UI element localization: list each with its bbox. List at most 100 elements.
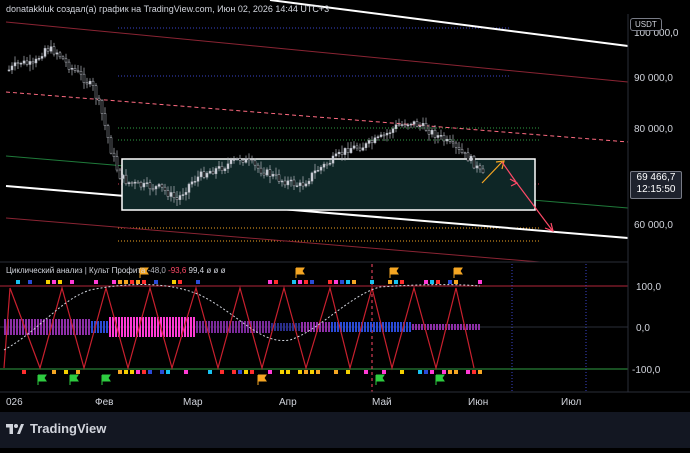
histogram-bar [112,317,114,337]
indicator-legend[interactable]: Циклический анализ | Культ Профита -48,0… [6,266,225,275]
candle-body [451,141,455,144]
histogram-bar [469,324,471,330]
signal-marker [94,280,98,284]
candle-body [136,181,140,184]
candle-body [391,128,395,133]
indicator-top-strip [16,280,482,284]
histogram-bar [376,322,378,332]
candle-body [118,169,122,179]
tradingview-logo[interactable]: TradingView [6,421,106,436]
candle-body [76,70,80,72]
indicator-value: ø [213,266,219,275]
candle-body [196,176,200,182]
histogram-bar [349,322,351,332]
candle-body [220,166,224,172]
signal-marker [436,280,440,284]
candle-body [70,68,74,70]
candle-body [400,124,404,126]
signal-marker [448,370,452,374]
histogram-bar [34,319,36,335]
histogram-bar [244,321,246,333]
candle-body [472,155,476,169]
channel-line-red[interactable] [5,21,629,83]
candle-body [340,151,344,155]
price-pane[interactable] [5,0,629,263]
histogram-bar [388,322,390,332]
chart-caption: donatakkluk создал(а) график на TradingV… [6,4,330,14]
candle-body [181,194,185,196]
histogram-bar [223,321,225,333]
signal-marker [424,370,428,374]
histogram-bar [172,317,174,337]
histogram-bar [454,324,456,330]
candle-body [376,136,380,138]
histogram-bar [193,317,195,337]
histogram-bar [166,317,168,337]
candle-body [169,192,173,197]
histogram-bar [154,317,156,337]
histogram-bar [277,323,279,331]
signal-marker [442,370,446,374]
candle-body [292,179,296,187]
last-price-value: 69 466,7 [636,172,676,183]
histogram-bar [448,324,450,330]
candle-body [394,124,398,129]
candle-body [388,132,392,134]
histogram-bar [289,323,291,331]
signal-marker [280,370,284,374]
signal-marker [58,280,62,284]
candle-body [133,181,137,184]
histogram-bar [106,321,108,333]
candle-body [316,170,320,172]
indicator-pane[interactable] [0,264,628,392]
indicator-value: 99,4 [188,266,205,275]
histogram-bar [151,317,153,337]
histogram-bar [79,319,81,335]
histogram-bar [478,324,480,330]
candle-body [172,192,176,198]
candle-body [160,184,164,188]
candle-body [343,148,347,155]
currency-badge[interactable]: USDT [630,18,662,31]
histogram-bar [16,319,18,335]
candle-body [445,138,449,142]
signal-marker [52,370,56,374]
signal-marker [136,280,140,284]
signal-marker [136,370,140,374]
indicator-bottom-strip [22,370,482,374]
signal-marker [232,370,236,374]
signal-marker [118,280,122,284]
candle-body [79,71,83,75]
histogram-bar [40,319,42,335]
histogram-bar [439,324,441,330]
signal-marker [364,370,368,374]
chart-canvas[interactable]: 100 000,0 90 000,0 80 000,0 60 000,0 100… [0,0,690,448]
signal-marker [400,280,404,284]
candle-body [31,61,35,64]
candle-body [313,170,317,174]
candle-body [412,121,416,125]
candle-body [46,48,50,52]
histogram-bar [103,321,105,333]
candle-body [10,65,14,71]
histogram-bar [430,324,432,330]
signal-marker [16,280,20,284]
price-label: 80 000,0 [634,124,673,135]
chart-area[interactable]: 100 000,0 90 000,0 80 000,0 60 000,0 100… [0,0,690,448]
candle-body [145,182,149,184]
candle-body [223,168,227,172]
price-label: 60 000,0 [634,220,673,231]
candle-body [406,124,410,127]
signal-marker [112,280,116,284]
histogram-bar [262,321,264,333]
signal-marker [52,280,56,284]
histogram-bar [196,321,198,333]
signal-marker [334,370,338,374]
histogram-bar [397,322,399,332]
histogram-bar [130,317,132,337]
candle-body [25,60,29,65]
histogram-bar [352,322,354,332]
candle-body [367,140,371,144]
candle-body [121,174,125,179]
histogram-bar [64,319,66,335]
